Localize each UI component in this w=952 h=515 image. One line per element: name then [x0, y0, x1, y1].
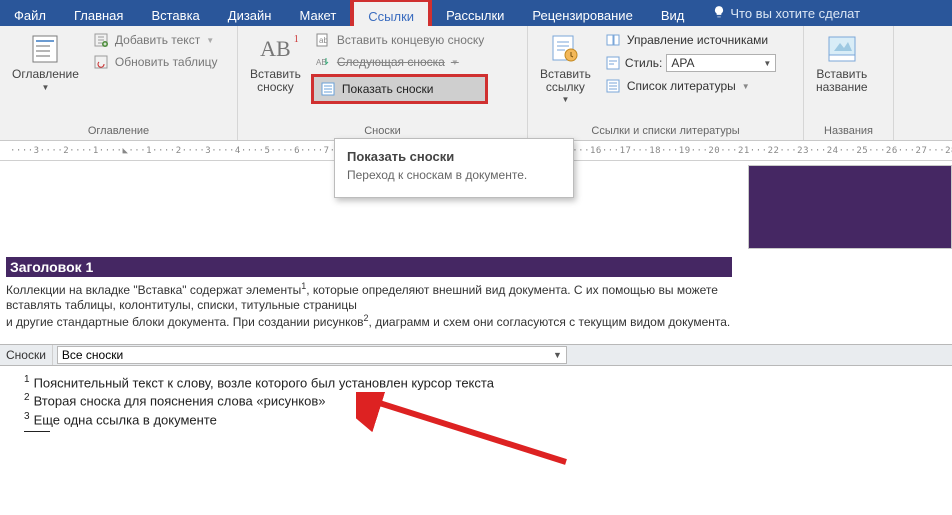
tell-me[interactable]: Что вы хотите сделат [698, 0, 860, 26]
update-table-button[interactable]: Обновить таблицу [89, 52, 222, 72]
citation-icon [548, 32, 582, 66]
insert-endnote-button[interactable]: ab Вставить концевую сноску [311, 30, 488, 50]
caption-icon [825, 32, 859, 66]
footnote-pane-label: Сноски [0, 345, 53, 365]
chevron-down-icon: ▼ [451, 58, 459, 67]
insert-citation-button[interactable]: Вставить ссылку ▼ [536, 30, 595, 106]
citation-style-row: Стиль: APA ▼ [601, 52, 780, 74]
show-footnotes-button[interactable]: Показать сноски [311, 74, 488, 104]
tab-insert[interactable]: Вставка [137, 0, 213, 26]
tab-mailings[interactable]: Рассылки [432, 0, 518, 26]
style-label: Стиль: [625, 56, 662, 70]
insert-caption-label: Вставить название [816, 68, 868, 93]
chevron-down-icon: ▼ [41, 83, 49, 92]
style-icon [605, 55, 621, 71]
chevron-down-icon: ▼ [742, 82, 750, 91]
insert-caption-button[interactable]: Вставить название [812, 30, 872, 95]
footnote-pane-bar: Сноски Все сноски ▼ [0, 344, 952, 366]
group-citations-title: Ссылки и списки литературы [536, 123, 795, 140]
show-footnotes-label: Показать сноски [342, 82, 434, 96]
insert-endnote-label: Вставить концевую сноску [337, 33, 484, 47]
page-decoration [748, 165, 952, 249]
tooltip-title: Показать сноски [347, 149, 561, 164]
heading-1: Заголовок 1 [6, 257, 732, 277]
tab-references[interactable]: Ссылки [350, 0, 432, 26]
endnote-icon: ab [315, 32, 331, 48]
add-text-label: Добавить текст [115, 33, 200, 47]
add-text-icon [93, 32, 109, 48]
group-footnotes: AB1 Вставить сноску ab Вставить концевую… [238, 26, 528, 140]
body-paragraph: и другие стандартные блоки документа. Пр… [6, 313, 732, 330]
insert-footnote-button[interactable]: AB1 Вставить сноску [246, 30, 305, 95]
manage-sources-label: Управление источниками [627, 33, 768, 47]
next-footnote-icon: AB [315, 54, 331, 70]
insert-footnote-label: Вставить сноску [250, 68, 301, 93]
footnote-filter-value: Все сноски [62, 348, 123, 362]
toc-label: Оглавление [12, 68, 79, 81]
tooltip-show-footnotes: Показать сноски Переход к сноскам в доку… [334, 138, 574, 198]
group-captions: Вставить название Названия [804, 26, 894, 140]
next-footnote-button[interactable]: AB Следующая сноска ▼ [311, 52, 488, 72]
tab-layout[interactable]: Макет [285, 0, 350, 26]
svg-text:ab: ab [319, 36, 328, 45]
lightbulb-icon [712, 5, 726, 22]
group-captions-title: Названия [812, 123, 885, 140]
footnote-filter-select[interactable]: Все сноски ▼ [57, 346, 567, 364]
svg-text:AB: AB [316, 58, 327, 67]
tab-home[interactable]: Главная [60, 0, 137, 26]
chevron-down-icon: ▼ [553, 350, 562, 360]
group-toc: Оглавление ▼ Добавить текст ▼ Обновить т… [0, 26, 238, 140]
toc-icon [28, 32, 62, 66]
chevron-down-icon: ▼ [763, 59, 771, 68]
show-footnotes-icon [320, 81, 336, 97]
update-table-label: Обновить таблицу [115, 55, 218, 69]
tab-view[interactable]: Вид [647, 0, 699, 26]
tab-design[interactable]: Дизайн [214, 0, 286, 26]
citation-style-value: APA [671, 56, 694, 70]
group-citations: Вставить ссылку ▼ Управление источниками… [528, 26, 804, 140]
toc-button[interactable]: Оглавление ▼ [8, 30, 83, 94]
manage-sources-icon [605, 32, 621, 48]
bibliography-icon [605, 78, 621, 94]
refresh-icon [93, 54, 109, 70]
tab-review[interactable]: Рецензирование [518, 0, 646, 26]
insert-citation-label: Вставить ссылку [540, 68, 591, 93]
footnote-item[interactable]: 3Еще одна ссылка в документе [24, 411, 942, 427]
menu-bar: Файл Главная Вставка Дизайн Макет Ссылки… [0, 0, 952, 26]
footnote-item[interactable]: 2Вторая сноска для пояснения слова «рису… [24, 392, 942, 408]
citation-style-select[interactable]: APA ▼ [666, 54, 776, 72]
next-footnote-label: Следующая сноска [337, 55, 445, 69]
manage-sources-button[interactable]: Управление источниками [601, 30, 780, 50]
chevron-down-icon: ▼ [206, 36, 214, 45]
bibliography-label: Список литературы [627, 79, 736, 93]
tell-me-text: Что вы хотите сделат [730, 6, 860, 21]
tooltip-body: Переход к сноскам в документе. [347, 168, 561, 183]
body-paragraph: Коллекции на вкладке "Вставка" содержат … [6, 281, 732, 313]
footnote-item[interactable]: 1Пояснительный текст к слову, возле кото… [24, 374, 942, 390]
footnote-separator [24, 431, 50, 432]
chevron-down-icon: ▼ [561, 95, 569, 104]
footnote-pane[interactable]: 1Пояснительный текст к слову, возле кото… [0, 366, 952, 472]
ribbon: Оглавление ▼ Добавить текст ▼ Обновить т… [0, 26, 952, 141]
bibliography-button[interactable]: Список литературы ▼ [601, 76, 780, 96]
tab-file[interactable]: Файл [0, 0, 60, 26]
add-text-button[interactable]: Добавить текст ▼ [89, 30, 222, 50]
group-toc-title: Оглавление [8, 123, 229, 140]
footnote-icon: AB1 [258, 32, 292, 66]
